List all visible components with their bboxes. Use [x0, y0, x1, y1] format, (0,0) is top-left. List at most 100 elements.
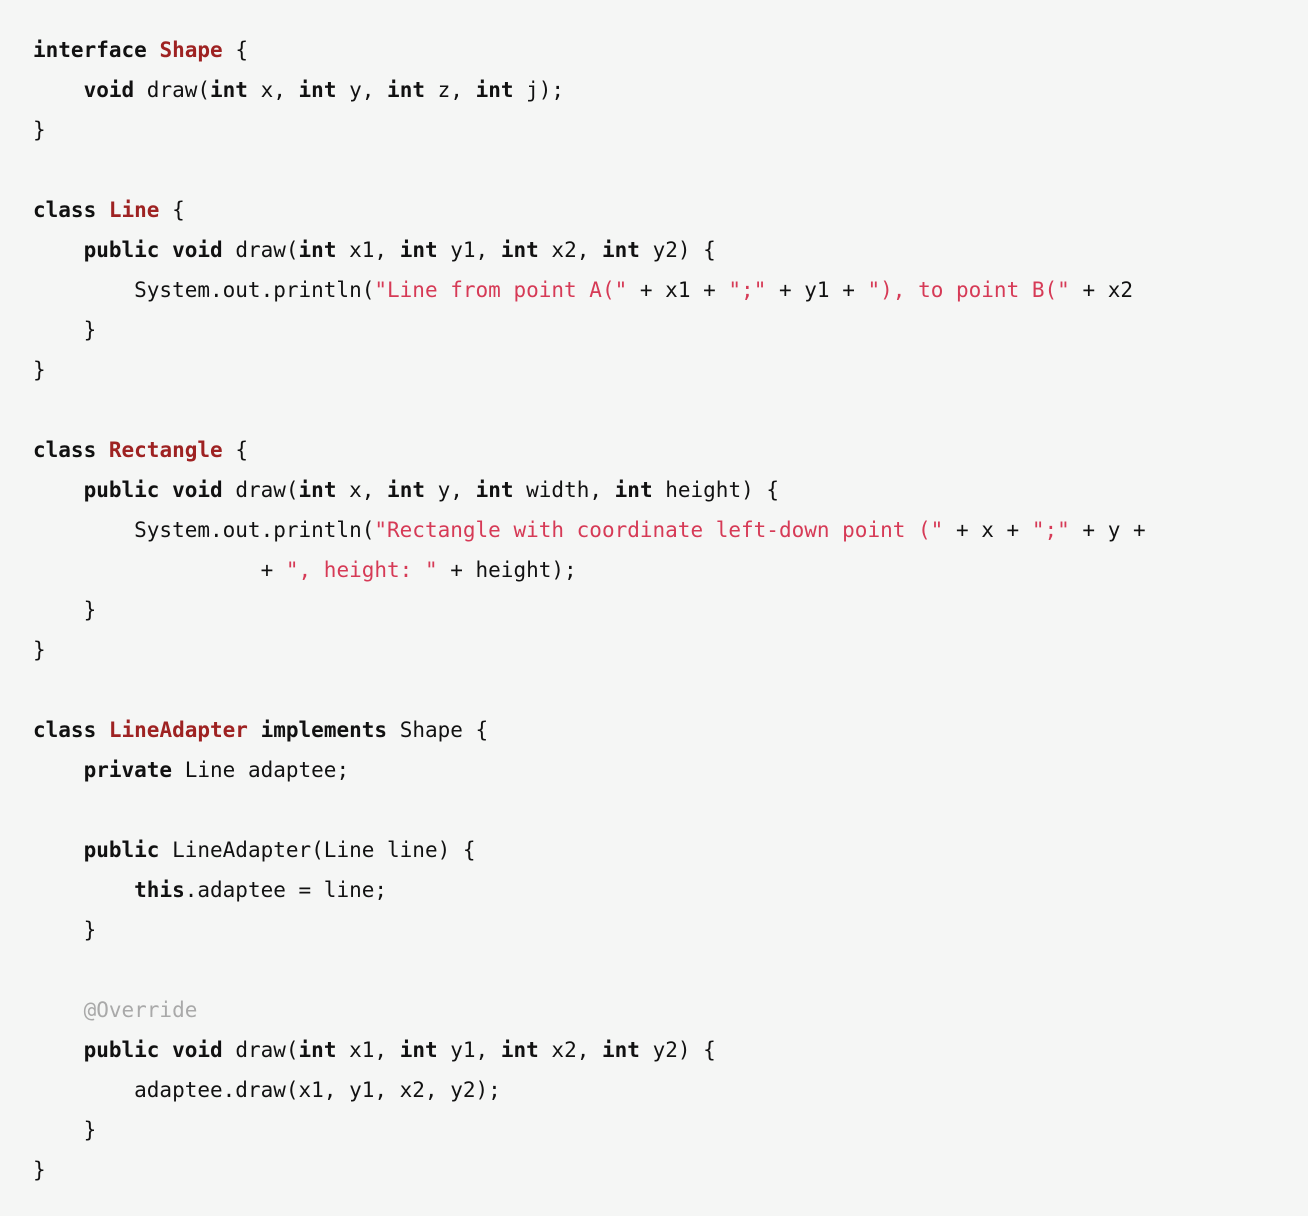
code-token-string: "Rectangle with coordinate left-down poi…	[374, 518, 944, 542]
code-token-plain: x1,	[336, 238, 400, 262]
code-token-type: Line	[108, 198, 160, 222]
code-line: adaptee.draw(x1, y1, x2, y2);	[33, 1070, 1308, 1110]
code-line: }	[33, 910, 1308, 950]
code-token-keyword: int	[298, 78, 337, 102]
code-token-plain: draw(	[222, 1038, 299, 1062]
code-token-plain: }	[33, 118, 46, 142]
code-token-plain: +	[33, 558, 286, 582]
code-token-keyword: class	[33, 198, 97, 222]
code-line: public void draw(int x, int y, int width…	[33, 470, 1308, 510]
code-token-plain: {	[222, 438, 248, 462]
code-token-plain: x,	[247, 78, 299, 102]
code-line: }	[33, 1110, 1308, 1150]
code-token-string: ";"	[728, 278, 767, 302]
code-token-plain: y2) {	[639, 238, 716, 262]
code-token-plain: + x +	[943, 518, 1032, 542]
code-token-plain: + y1 +	[766, 278, 868, 302]
code-line: @Override	[33, 990, 1308, 1030]
code-token-plain: z,	[424, 78, 476, 102]
code-token-keyword: int	[500, 1038, 539, 1062]
code-token-keyword: private	[83, 758, 173, 782]
code-token-plain: + y +	[1069, 518, 1146, 542]
code-token-string: "), to point B("	[867, 278, 1070, 302]
code-token-keyword: int	[298, 238, 337, 262]
code-line: }	[33, 310, 1308, 350]
code-token-keyword: int	[298, 1038, 337, 1062]
code-token-plain: adaptee.draw(x1, y1, x2, y2);	[33, 1078, 501, 1102]
code-line: class Rectangle {	[33, 430, 1308, 470]
code-line: }	[33, 350, 1308, 390]
code-token-plain: {	[222, 38, 248, 62]
code-token-string: "Line from point A("	[374, 278, 628, 302]
code-token-keyword: int	[500, 238, 539, 262]
code-token-keyword: public	[83, 478, 160, 502]
code-token-plain: draw(	[134, 78, 211, 102]
code-token-plain: .adaptee = line;	[184, 878, 388, 902]
code-token-plain: y,	[336, 78, 388, 102]
code-token-plain: Shape {	[387, 718, 489, 742]
code-token-plain: + height);	[437, 558, 577, 582]
code-token-keyword: void	[172, 1038, 223, 1062]
code-token-keyword: class	[33, 438, 97, 462]
code-viewer: interface Shape { void draw(int x, int y…	[0, 0, 1308, 1216]
code-token-type: Shape	[159, 38, 223, 62]
code-token-plain: y1,	[437, 1038, 501, 1062]
code-token-keyword: int	[387, 478, 425, 502]
code-line: interface Shape {	[33, 30, 1308, 70]
code-token-keyword: int	[210, 78, 248, 102]
code-line: System.out.println("Line from point A(" …	[33, 270, 1308, 310]
code-token-plain: }	[33, 1158, 46, 1182]
code-token-plain: }	[33, 638, 46, 662]
code-line: public void draw(int x1, int y1, int x2,…	[33, 230, 1308, 270]
code-token-keyword: int	[602, 238, 640, 262]
code-token-keyword: int	[399, 1038, 438, 1062]
code-token-plain: draw(	[222, 478, 299, 502]
code-token-string: ", height: "	[285, 558, 438, 582]
code-token-plain: + x2	[1069, 278, 1134, 302]
code-token-plain: }	[33, 358, 46, 382]
code-token-keyword: class	[33, 718, 97, 742]
code-token-keyword: int	[475, 78, 514, 102]
code-token-keyword: void	[172, 478, 223, 502]
code-token-plain: }	[33, 1118, 97, 1142]
code-token-plain: x1,	[336, 1038, 400, 1062]
code-token-keyword: public	[83, 1038, 160, 1062]
code-token-keyword: interface	[33, 38, 147, 62]
code-token-plain: y,	[424, 478, 476, 502]
code-token-plain: y1,	[437, 238, 501, 262]
code-token-string: ";"	[1031, 518, 1070, 542]
code-line: }	[33, 110, 1308, 150]
code-token-plain: LineAdapter(Line line) {	[159, 838, 476, 862]
code-line: public void draw(int x1, int y1, int x2,…	[33, 1030, 1308, 1070]
code-line: this.adaptee = line;	[33, 870, 1308, 910]
code-token-plain: }	[33, 318, 97, 342]
code-token-plain: Line adaptee;	[172, 758, 350, 782]
code-line: class Line {	[33, 190, 1308, 230]
code-token-annotation: @Override	[83, 998, 198, 1022]
code-token-keyword: void	[83, 78, 135, 102]
code-line: class LineAdapter implements Shape {	[33, 710, 1308, 750]
code-token-plain: x2,	[538, 238, 602, 262]
code-token-keyword: int	[602, 1038, 640, 1062]
code-block[interactable]: interface Shape { void draw(int x, int y…	[33, 30, 1308, 1190]
code-token-type: Rectangle	[108, 438, 223, 462]
code-line: }	[33, 590, 1308, 630]
code-token-keyword: void	[172, 238, 223, 262]
